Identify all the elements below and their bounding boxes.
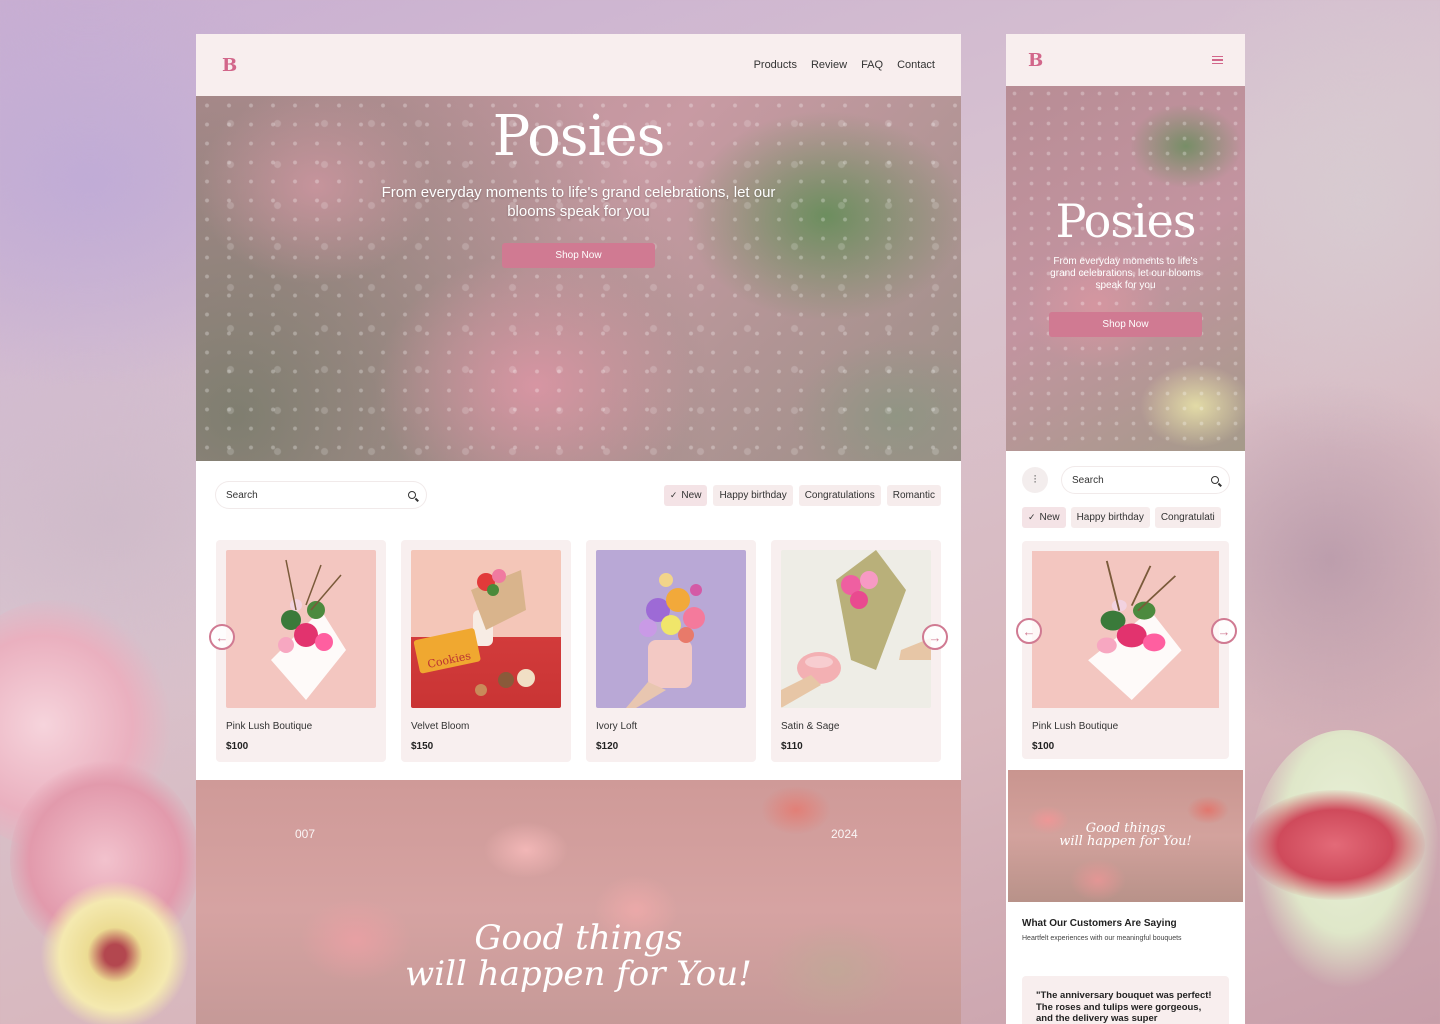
product-card[interactable]: Cookies Velvet Bloom $150 xyxy=(401,540,571,762)
mobile-filter-row: ⫶ Search xyxy=(1006,467,1245,493)
product-name: Pink Lush Boutique xyxy=(1032,721,1119,732)
mobile-banner-headline: Good things will happen for You! xyxy=(1008,822,1243,848)
carousel-prev-arrow-icon[interactable]: ← xyxy=(209,624,235,650)
check-icon: ✓ xyxy=(669,489,678,500)
mobile-search-placeholder: Search xyxy=(1072,474,1104,486)
mobile-navbar: B xyxy=(1006,34,1245,86)
desktop-navbar: B Products Review FAQ Contact xyxy=(196,34,961,96)
good-things-banner: 007 2024 Good things will happen for You… xyxy=(196,780,961,1024)
product-price: $110 xyxy=(781,741,803,752)
chip-romantic[interactable]: Romantic xyxy=(886,484,941,506)
testimonial-quote: "The anniversary bouquet was perfect! Th… xyxy=(1022,976,1229,1024)
product-card[interactable]: Satin & Sage $110 xyxy=(771,540,941,762)
mobile-good-things-banner: Good things will happen for You! xyxy=(1008,770,1243,902)
chip-happy-birthday[interactable]: Happy birthday xyxy=(713,484,793,506)
product-name: Ivory Loft xyxy=(596,721,638,732)
product-name: Satin & Sage xyxy=(781,721,840,732)
banner-line-1: Good things xyxy=(474,918,683,958)
mobile-product-card[interactable]: ← → Pink Lush Boutique $100 xyxy=(1016,541,1237,759)
search-input[interactable]: Search xyxy=(216,482,426,508)
product-image-velvet-bloom: Cookies xyxy=(411,550,561,708)
chip-happy-birthday[interactable]: Happy birthday xyxy=(1070,507,1150,528)
chip-new[interactable]: ✓ New xyxy=(663,484,708,506)
chip-congratulations[interactable]: Congratulations xyxy=(798,484,881,506)
product-price: $100 xyxy=(226,741,249,752)
nav-link-products[interactable]: Products xyxy=(754,59,797,71)
product-name: Pink Lush Boutique xyxy=(226,721,313,732)
carousel-prev-arrow-icon[interactable]: ← xyxy=(1016,618,1042,644)
product-name: Velvet Bloom xyxy=(411,721,470,732)
filter-row: Search ✓ New Happy birthday Congratulatio… xyxy=(196,482,961,508)
hamburger-menu-icon[interactable] xyxy=(1212,55,1223,65)
chip-new[interactable]: ✓ New xyxy=(1022,507,1066,528)
logo[interactable]: B xyxy=(222,55,237,76)
hero-content: Posies From everyday moments to life's g… xyxy=(196,104,961,268)
banner-line-2: will happen for You! xyxy=(1059,834,1192,849)
filter-sliders-icon[interactable]: ⫶ xyxy=(1022,467,1048,493)
product-card[interactable]: Pink Lush Boutique $100 xyxy=(216,540,386,762)
chip-congratulations[interactable]: Congratulati xyxy=(1154,507,1221,528)
hero-section: Posies From everyday moments to life's g… xyxy=(196,96,961,461)
mobile-hero-subtitle: From everyday moments to life's grand ce… xyxy=(1050,256,1201,291)
mobile-category-chips: ✓ New Happy birthday Congratulati xyxy=(1006,507,1230,528)
banner-number-left: 007 xyxy=(295,827,316,841)
chip-label: New xyxy=(1039,512,1060,523)
product-image-pink-lush xyxy=(1032,551,1219,708)
mobile-hero-content: Posies From everyday moments to life's g… xyxy=(1006,194,1245,337)
mobile-hero-title: Posies xyxy=(1055,194,1197,248)
background-orchid xyxy=(40,880,190,1024)
product-price: $100 xyxy=(1032,741,1055,752)
search-icon[interactable] xyxy=(408,491,416,499)
category-chips: ✓ New Happy birthday Congratulations Roma… xyxy=(663,484,941,506)
search-icon[interactable] xyxy=(1211,476,1219,484)
testimonials-subtitle: Heartfelt experiences with our meaningfu… xyxy=(1022,935,1182,942)
mobile-shop-now-button[interactable]: Shop Now xyxy=(1049,312,1202,337)
nav-link-faq[interactable]: FAQ xyxy=(861,59,883,71)
mobile-logo[interactable]: B xyxy=(1028,50,1043,71)
product-price: $120 xyxy=(596,741,619,752)
chip-label: New xyxy=(681,489,702,501)
nav-links: Products Review FAQ Contact xyxy=(754,59,935,71)
desktop-frame: B Products Review FAQ Contact Posies Fro… xyxy=(196,34,961,1024)
product-image-satin-sage xyxy=(781,550,931,708)
background-fairy-mushroom xyxy=(1245,790,1425,900)
product-card[interactable]: Ivory Loft $120 xyxy=(586,540,756,762)
testimonials-title: What Our Customers Are Saying xyxy=(1022,918,1177,929)
nav-link-contact[interactable]: Contact xyxy=(897,59,935,71)
hero-title: Posies xyxy=(492,104,666,169)
mobile-frame: B Posies From everyday moments to life's… xyxy=(1006,34,1245,1024)
product-price: $150 xyxy=(411,741,434,752)
hero-subtitle: From everyday moments to life's grand ce… xyxy=(381,184,776,220)
banner-number-right: 2024 xyxy=(831,827,858,841)
carousel-next-arrow-icon[interactable]: → xyxy=(922,624,948,650)
mobile-hero-section: Posies From everyday moments to life's g… xyxy=(1006,86,1245,451)
search-placeholder: Search xyxy=(226,489,258,501)
banner-line-2: will happen for You! xyxy=(405,954,752,994)
product-image-ivory-loft xyxy=(596,550,746,708)
check-icon: ✓ xyxy=(1028,512,1036,522)
carousel-next-arrow-icon[interactable]: → xyxy=(1211,618,1237,644)
shop-now-button[interactable]: Shop Now xyxy=(502,243,655,268)
banner-headline: Good things will happen for You! xyxy=(196,920,961,992)
nav-link-review[interactable]: Review xyxy=(811,59,847,71)
product-carousel: ← → Pink Lush Boutique $100 Cookies Velv… xyxy=(196,540,961,762)
mobile-search-input[interactable]: Search xyxy=(1062,467,1229,493)
product-image-pink-lush xyxy=(226,550,376,708)
